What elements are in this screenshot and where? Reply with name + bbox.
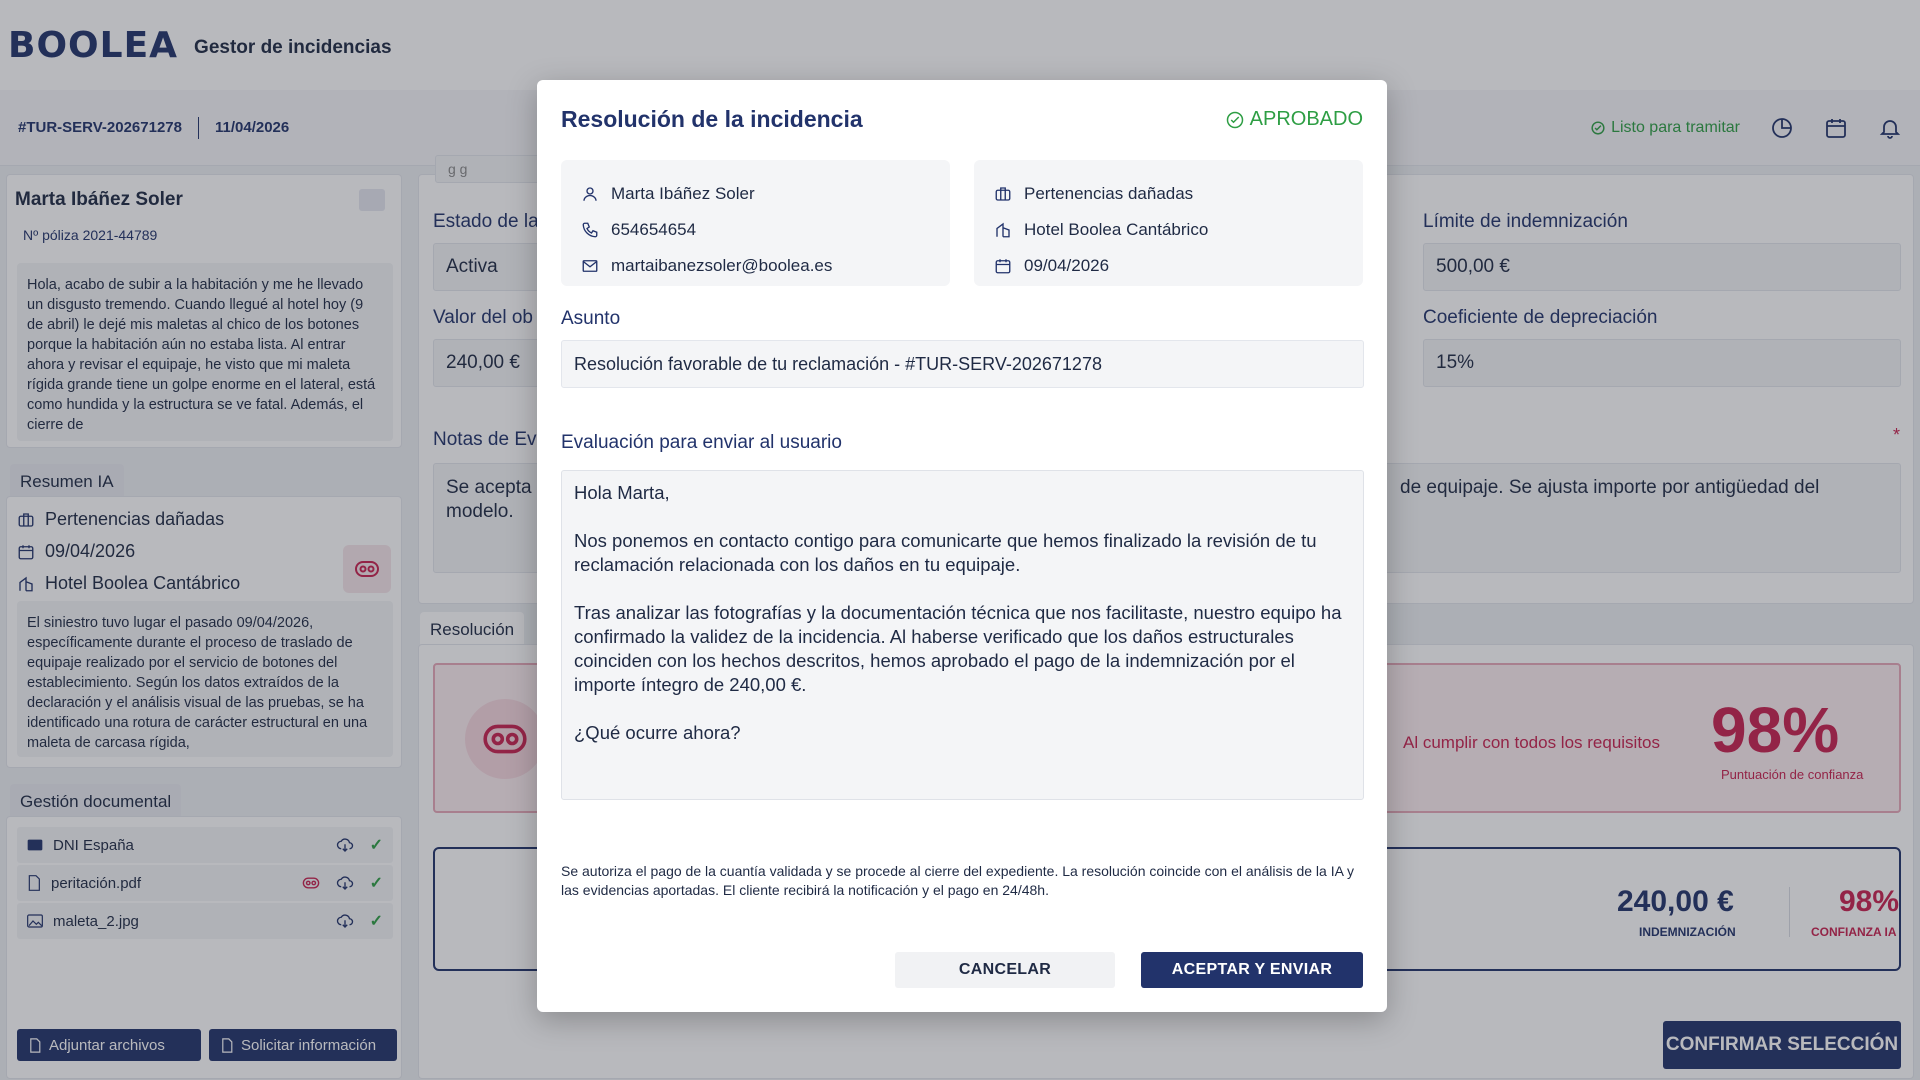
evaluation-paragraph: Tras analizar las fotografías y la docum…: [574, 602, 1342, 695]
contact-phone: 654654654: [581, 212, 930, 248]
resolution-modal: Resolución de la incidencia APROBADO Mar…: [537, 80, 1387, 1012]
evaluation-textarea[interactable]: Hola Marta, Nos ponemos en contacto cont…: [561, 470, 1364, 800]
incident-date: 09/04/2026: [994, 248, 1343, 284]
evaluation-label: Evaluación para enviar al usuario: [561, 432, 842, 453]
user-icon: [583, 187, 597, 201]
subject-label: Asunto: [561, 308, 621, 329]
approval-status-label: APROBADO: [1249, 108, 1363, 130]
contact-phone-label: 654654654: [611, 220, 697, 239]
contact-name: Marta Ibáñez Soler: [581, 176, 930, 212]
contact-name-label: Marta Ibáñez Soler: [611, 184, 755, 203]
modal-title: Resolución de la incidencia: [561, 106, 863, 132]
incident-category-label: Pertenencias dañadas: [1024, 184, 1194, 203]
luggage-icon: [995, 187, 1011, 201]
cancel-button[interactable]: CANCELAR: [895, 952, 1115, 988]
incident-category: Pertenencias dañadas: [994, 176, 1343, 212]
mail-icon: [582, 260, 598, 272]
accept-send-button[interactable]: ACEPTAR Y ENVIAR: [1141, 952, 1363, 988]
building-icon: [996, 222, 1010, 238]
contact-email-label: martaibanezsoler@boolea.es: [611, 256, 833, 275]
authorization-note: Se autoriza el pago de la cuantía valida…: [561, 863, 1355, 898]
phone-icon: [582, 222, 598, 238]
evaluation-paragraph: Nos ponemos en contacto contigo para com…: [574, 530, 1317, 575]
contact-email: martaibanezsoler@boolea.es: [581, 248, 930, 284]
calendar-icon: [995, 259, 1011, 274]
contact-card: Marta Ibáñez Soler 654654654 martaibanez…: [561, 160, 950, 286]
incident-date-label: 09/04/2026: [1024, 256, 1110, 275]
approval-status: APROBADO: [1226, 108, 1363, 131]
incident-card: Pertenencias dañadas Hotel Boolea Cantáb…: [974, 160, 1363, 286]
evaluation-paragraph: Hola Marta,: [574, 482, 670, 503]
subject-input[interactable]: Resolución favorable de tu reclamación -…: [561, 340, 1364, 388]
evaluation-paragraph: ¿Qué ocurre ahora?: [574, 722, 741, 743]
incident-hotel-label: Hotel Boolea Cantábrico: [1024, 220, 1209, 239]
check-circle-icon: [1226, 111, 1243, 128]
incident-hotel: Hotel Boolea Cantábrico: [994, 212, 1343, 248]
